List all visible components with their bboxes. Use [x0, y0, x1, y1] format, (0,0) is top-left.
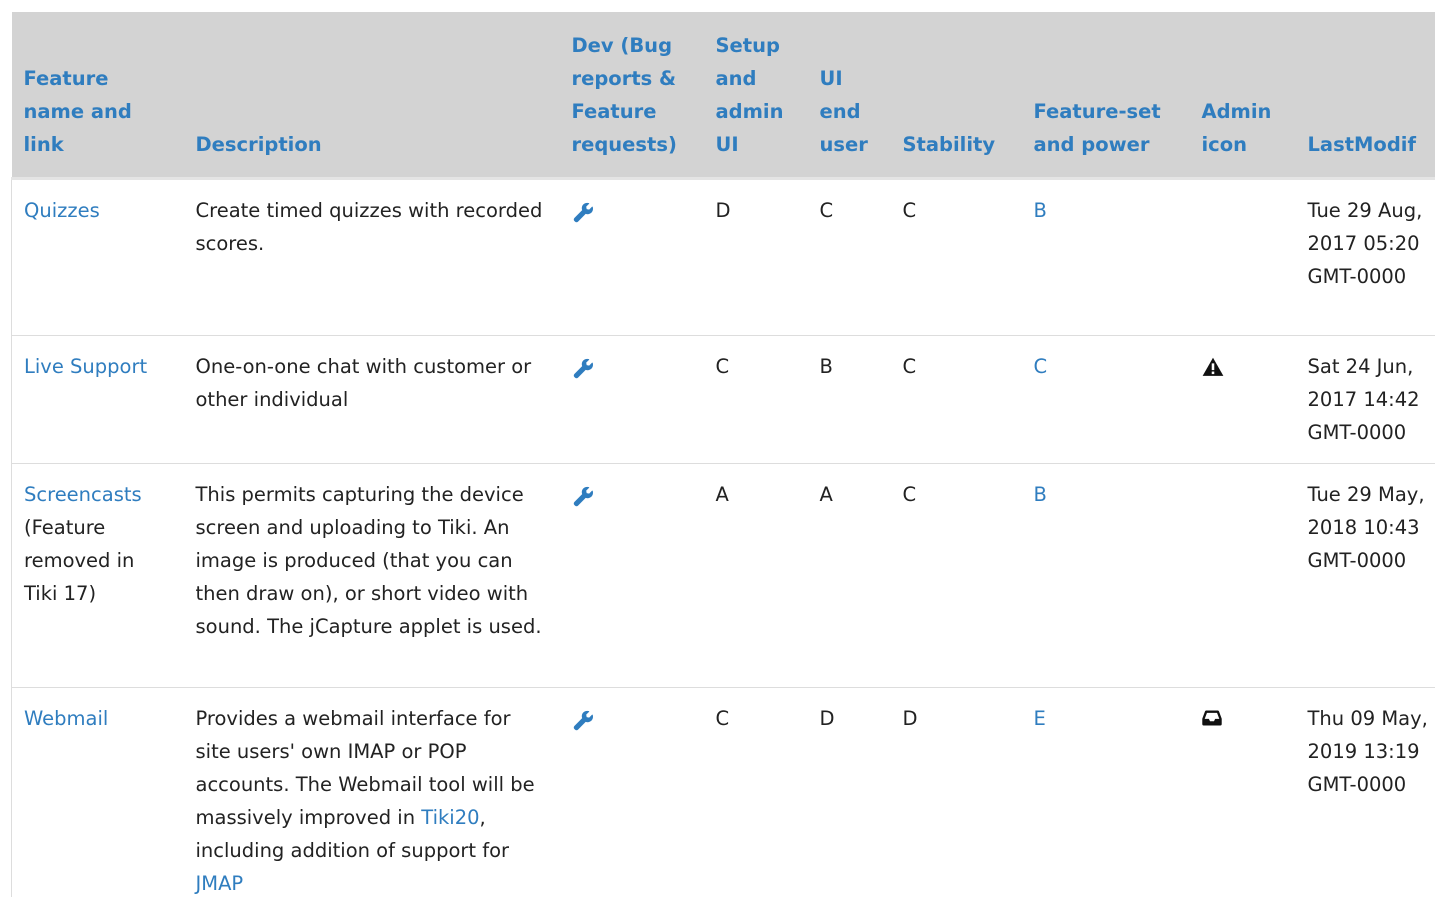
admin-icon-cell — [1189, 463, 1296, 688]
featureset-link[interactable]: E — [1034, 707, 1046, 730]
ui-cell: B — [807, 335, 891, 464]
stability-cell: C — [890, 178, 1022, 336]
wrench-icon[interactable] — [572, 358, 692, 380]
ui-cell: C — [807, 178, 891, 336]
lastmodif-cell: Thu 09 May, 2019 13:19 GMT-0000 — [1295, 687, 1435, 897]
feature-link[interactable]: Live Support — [24, 355, 147, 378]
setup-cell: C — [703, 687, 808, 897]
dev-cell — [559, 463, 704, 688]
ui-cell: D — [807, 687, 891, 897]
setup-cell: A — [703, 463, 808, 688]
featureset-cell: B — [1021, 463, 1190, 688]
table-row: Screencasts (Feature removed in Tiki 17)… — [11, 463, 1435, 688]
setup-cell: C — [703, 335, 808, 464]
feature-note: (Feature removed in Tiki 17) — [24, 515, 135, 605]
top-strip — [0, 0, 1435, 12]
page: Feature name and link Description Dev (B… — [0, 0, 1435, 897]
lastmodif-cell: Tue 29 May, 2018 10:43 GMT-0000 — [1295, 463, 1435, 688]
featureset-link[interactable]: B — [1034, 483, 1047, 506]
jmap-link[interactable]: JMAP — [196, 872, 244, 895]
table-row: Quizzes Create timed quizzes with record… — [11, 178, 1435, 336]
feature-cell: Webmail — [11, 687, 184, 897]
table-body: Quizzes Create timed quizzes with record… — [11, 178, 1435, 897]
ui-cell: A — [807, 463, 891, 688]
table-row: Live Support One-on-one chat with custom… — [11, 335, 1435, 464]
description-cell: This permits capturing the device screen… — [183, 463, 560, 688]
col-header-description[interactable]: Description — [183, 12, 560, 180]
dev-cell — [559, 687, 704, 897]
featureset-link[interactable]: B — [1034, 199, 1047, 222]
setup-cell: D — [703, 178, 808, 336]
admin-icon-cell — [1189, 687, 1296, 897]
wrench-icon[interactable] — [572, 710, 692, 732]
description-cell: One-on-one chat with customer or other i… — [183, 335, 560, 464]
admin-icon-cell — [1189, 178, 1296, 336]
features-table: Feature name and link Description Dev (B… — [11, 12, 1435, 897]
warning-icon — [1202, 357, 1284, 377]
dev-cell — [559, 178, 704, 336]
feature-link[interactable]: Screencasts — [24, 483, 142, 506]
stability-cell: C — [890, 463, 1022, 688]
dev-cell — [559, 335, 704, 464]
col-header-dev[interactable]: Dev (Bug reports & Feature requests) — [559, 12, 704, 180]
feature-link[interactable]: Webmail — [24, 707, 108, 730]
feature-cell: Live Support — [11, 335, 184, 464]
featureset-cell: E — [1021, 687, 1190, 897]
description-cell: Provides a webmail interface for site us… — [183, 687, 560, 897]
description-cell: Create timed quizzes with recorded score… — [183, 178, 560, 336]
inbox-icon — [1201, 709, 1284, 727]
admin-icon-cell — [1189, 335, 1296, 464]
tiki20-link[interactable]: Tiki20 — [421, 806, 479, 829]
col-header-feature[interactable]: Feature name and link — [11, 12, 184, 180]
col-header-ui[interactable]: UI end user — [807, 12, 891, 180]
col-header-stability[interactable]: Stability — [890, 12, 1022, 180]
table-header: Feature name and link Description Dev (B… — [11, 12, 1435, 180]
feature-cell: Screencasts (Feature removed in Tiki 17) — [11, 463, 184, 688]
featureset-link[interactable]: C — [1034, 355, 1048, 378]
col-header-lastmodif[interactable]: LastModif — [1295, 12, 1435, 180]
lastmodif-cell: Sat 24 Jun, 2017 14:42 GMT-0000 — [1295, 335, 1435, 464]
col-header-featureset[interactable]: Feature-set and power — [1021, 12, 1190, 180]
featureset-cell: C — [1021, 335, 1190, 464]
feature-link[interactable]: Quizzes — [24, 199, 100, 222]
table-row: Webmail Provides a webmail interface for… — [11, 687, 1435, 897]
col-header-admin-icon[interactable]: Admin icon — [1189, 12, 1296, 180]
col-header-setup[interactable]: Setup and admin UI — [703, 12, 808, 180]
featureset-cell: B — [1021, 178, 1190, 336]
stability-cell: C — [890, 335, 1022, 464]
feature-cell: Quizzes — [11, 178, 184, 336]
wrench-icon[interactable] — [572, 202, 692, 224]
lastmodif-cell: Tue 29 Aug, 2017 05:20 GMT-0000 — [1295, 178, 1435, 336]
header-row: Feature name and link Description Dev (B… — [11, 12, 1435, 180]
stability-cell: D — [890, 687, 1022, 897]
wrench-icon[interactable] — [572, 486, 692, 508]
